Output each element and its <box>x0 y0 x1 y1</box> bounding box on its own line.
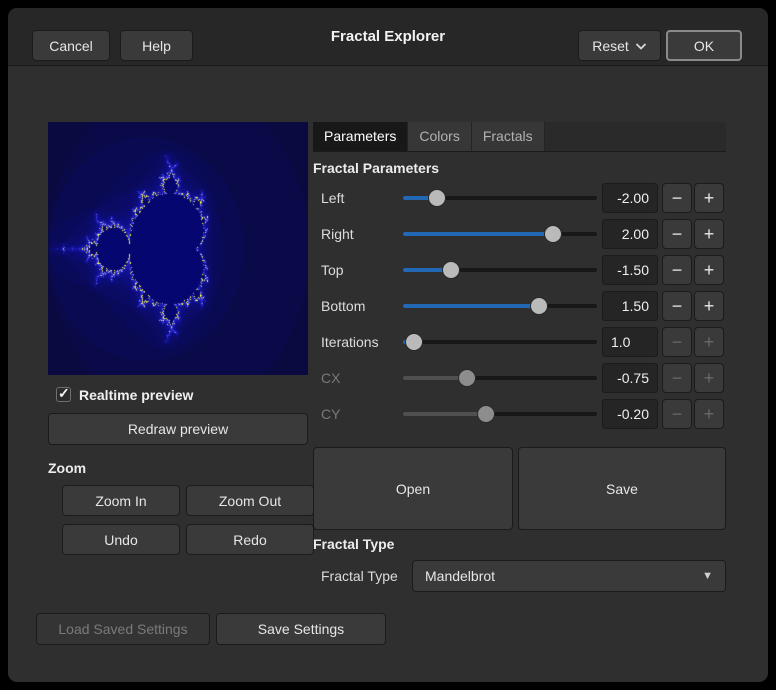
slider-handle[interactable] <box>405 333 423 351</box>
minus-button[interactable]: − <box>662 291 692 321</box>
minus-icon: − <box>672 404 683 425</box>
slider-fill <box>403 232 553 236</box>
plus-icon: + <box>704 296 715 317</box>
minus-icon: − <box>672 332 683 353</box>
slider-handle[interactable] <box>544 225 562 243</box>
iterations-value-entry[interactable]: 1.0 <box>602 327 658 357</box>
slider-row-cy: CY -0.20 − + <box>313 396 726 432</box>
top-slider[interactable] <box>403 268 597 272</box>
plus-icon: + <box>704 188 715 209</box>
plus-button: + <box>694 363 724 393</box>
left-value-entry[interactable]: -2.00 <box>602 183 658 213</box>
slider-label: Iterations <box>321 324 379 360</box>
redo-button[interactable]: Redo <box>186 524 314 555</box>
slider-label: Right <box>321 216 354 252</box>
bottom-slider[interactable] <box>403 304 597 308</box>
slider-handle[interactable] <box>428 189 446 207</box>
plus-icon: + <box>704 332 715 353</box>
slider-row-bottom: Bottom 1.50 − + <box>313 288 726 324</box>
minus-icon: − <box>672 224 683 245</box>
chevron-down-icon <box>635 38 647 54</box>
zoom-heading: Zoom <box>48 460 86 476</box>
slider-label: CX <box>321 360 340 396</box>
realtime-preview-label: Realtime preview <box>79 387 193 403</box>
top-value-entry[interactable]: -1.50 <box>602 255 658 285</box>
slider-row-right: Right 2.00 − + <box>313 216 726 252</box>
fractal-preview <box>48 122 308 375</box>
realtime-preview-checkbox[interactable]: ✓ <box>56 387 71 402</box>
minus-button[interactable]: − <box>662 255 692 285</box>
undo-button[interactable]: Undo <box>62 524 180 555</box>
plus-button: + <box>694 399 724 429</box>
slider-handle <box>477 405 495 423</box>
notebook-tab-bar: Parameters Colors Fractals <box>313 122 726 152</box>
slider-handle <box>458 369 476 387</box>
tab-colors[interactable]: Colors <box>408 122 471 151</box>
slider-row-left: Left -2.00 − + <box>313 180 726 216</box>
reset-button[interactable]: Reset <box>578 30 661 61</box>
fractal-type-heading: Fractal Type <box>313 536 394 552</box>
bottom-value-entry[interactable]: 1.50 <box>602 291 658 321</box>
slider-handle[interactable] <box>530 297 548 315</box>
dropdown-arrow-icon: ▼ <box>702 570 713 582</box>
minus-button[interactable]: − <box>662 327 692 357</box>
plus-icon: + <box>704 368 715 389</box>
plus-button[interactable]: + <box>694 291 724 321</box>
left-slider[interactable] <box>403 196 597 200</box>
cy-value-entry: -0.20 <box>602 399 658 429</box>
slider-row-top: Top -1.50 − + <box>313 252 726 288</box>
plus-icon: + <box>704 224 715 245</box>
minus-icon: − <box>672 260 683 281</box>
save-settings-button[interactable]: Save Settings <box>216 613 386 645</box>
minus-button[interactable]: − <box>662 219 692 249</box>
tab-parameters[interactable]: Parameters <box>313 122 408 151</box>
iterations-slider[interactable] <box>403 340 597 344</box>
fractal-type-label: Fractal Type <box>321 560 398 592</box>
minus-button: − <box>662 399 692 429</box>
zoom-out-button[interactable]: Zoom Out <box>186 485 314 516</box>
cx-slider <box>403 376 597 380</box>
cy-slider <box>403 412 597 416</box>
minus-icon: − <box>672 296 683 317</box>
fractal-explorer-dialog: Fractal Explorer Cancel Help Reset OK ✓ … <box>8 8 768 682</box>
plus-icon: + <box>704 404 715 425</box>
save-button[interactable]: Save <box>518 447 726 530</box>
zoom-in-button[interactable]: Zoom In <box>62 485 180 516</box>
minus-button: − <box>662 363 692 393</box>
fractal-type-value: Mandelbrot <box>425 568 495 584</box>
plus-button[interactable]: + <box>694 219 724 249</box>
realtime-preview-row: ✓ Realtime preview <box>56 386 193 403</box>
slider-label: Bottom <box>321 288 365 324</box>
check-icon: ✓ <box>58 385 70 402</box>
fractal-parameters-heading: Fractal Parameters <box>313 160 439 176</box>
cx-value-entry: -0.75 <box>602 363 658 393</box>
right-slider[interactable] <box>403 232 597 236</box>
minus-button[interactable]: − <box>662 183 692 213</box>
reset-button-label: Reset <box>592 38 629 54</box>
slider-label: CY <box>321 396 340 432</box>
redraw-preview-button[interactable]: Redraw preview <box>48 413 308 445</box>
plus-button[interactable]: + <box>694 327 724 357</box>
ok-button[interactable]: OK <box>666 30 742 61</box>
right-value-entry[interactable]: 2.00 <box>602 219 658 249</box>
slider-fill <box>403 412 486 416</box>
open-button[interactable]: Open <box>313 447 513 530</box>
load-saved-settings-button[interactable]: Load Saved Settings <box>36 613 210 645</box>
cancel-button[interactable]: Cancel <box>32 30 110 61</box>
plus-icon: + <box>704 260 715 281</box>
slider-label: Left <box>321 180 344 216</box>
slider-label: Top <box>321 252 344 288</box>
plus-button[interactable]: + <box>694 183 724 213</box>
slider-handle[interactable] <box>442 261 460 279</box>
slider-row-cx: CX -0.75 − + <box>313 360 726 396</box>
help-button[interactable]: Help <box>120 30 193 61</box>
header-bar: Fractal Explorer Cancel Help Reset OK <box>8 8 768 66</box>
slider-row-iterations: Iterations 1.0 − + <box>313 324 726 360</box>
plus-button[interactable]: + <box>694 255 724 285</box>
fractal-type-combobox[interactable]: Mandelbrot ▼ <box>412 560 726 592</box>
minus-icon: − <box>672 368 683 389</box>
minus-icon: − <box>672 188 683 209</box>
slider-fill <box>403 304 539 308</box>
tab-fractals[interactable]: Fractals <box>472 122 545 151</box>
